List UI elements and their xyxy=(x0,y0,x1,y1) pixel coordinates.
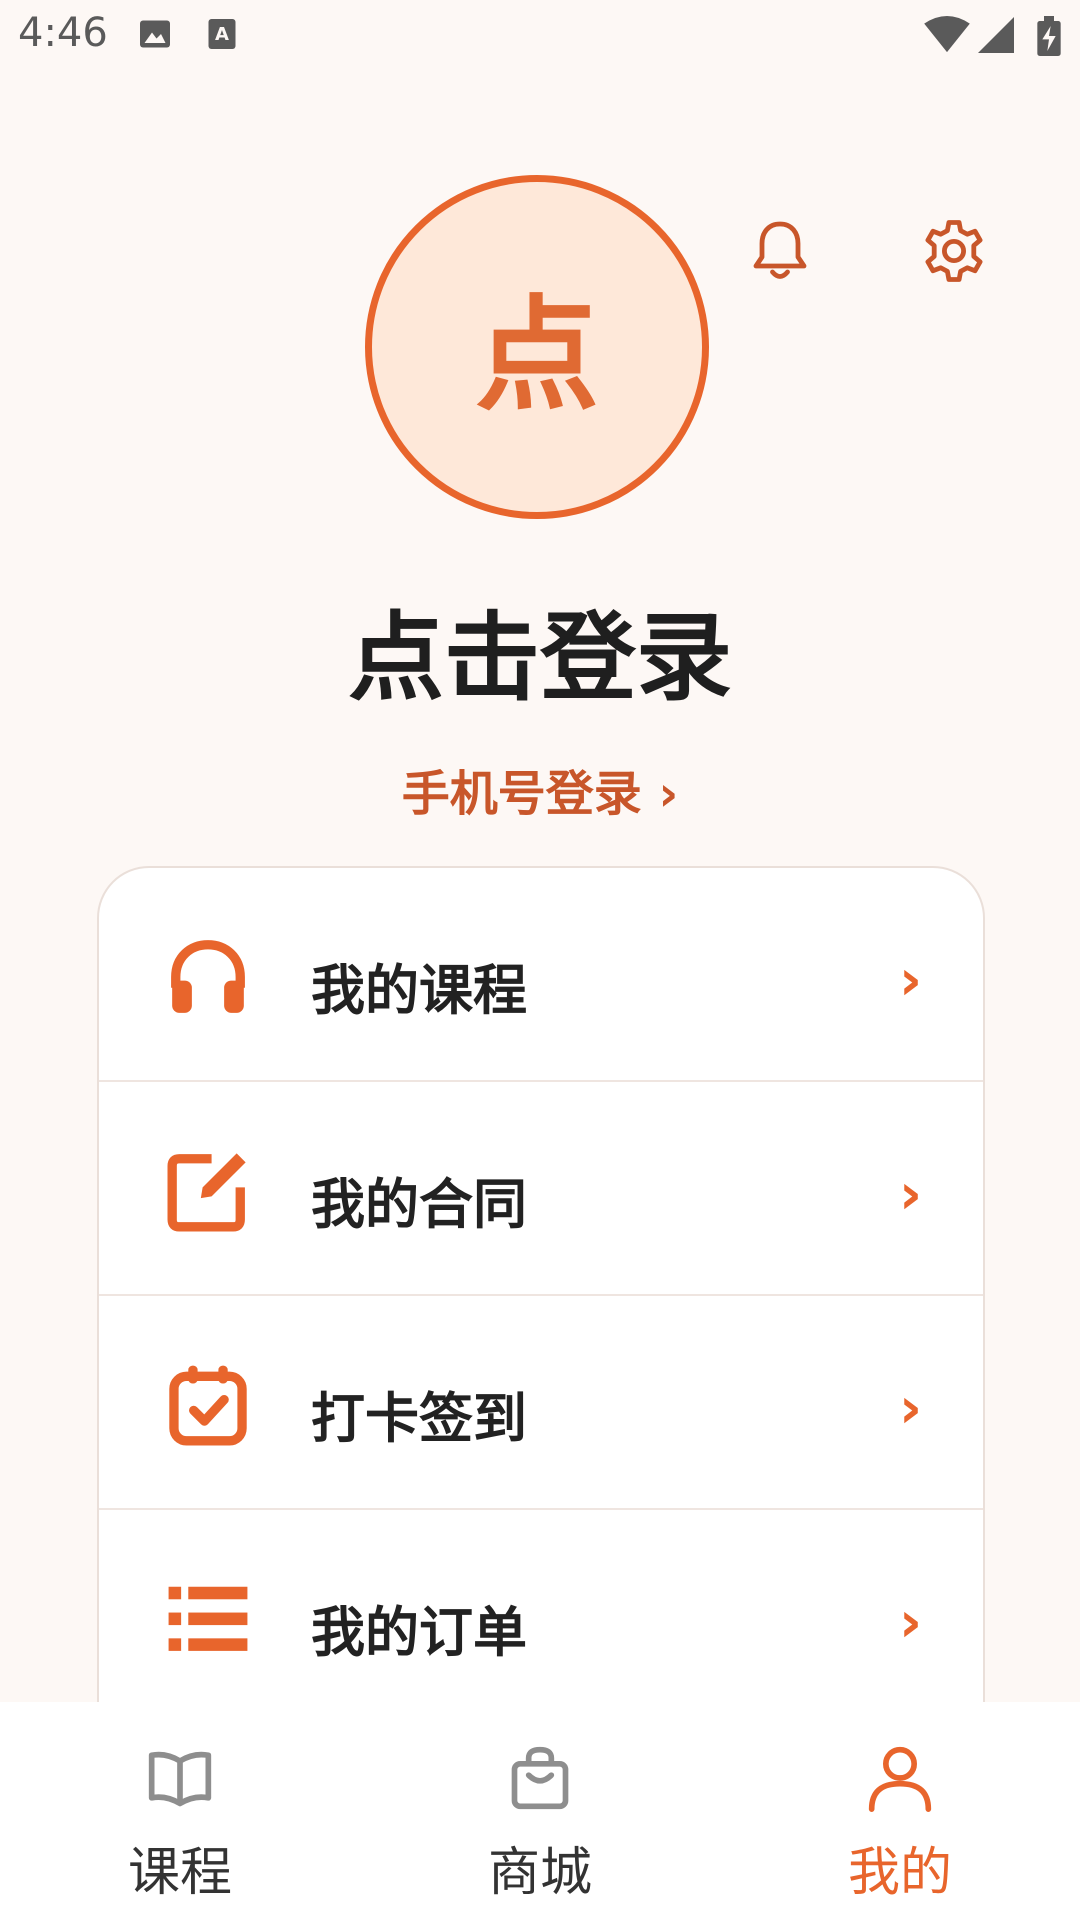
menu-item-my-contracts[interactable]: 我的合同 › xyxy=(99,1082,983,1296)
tab-label: 课程 xyxy=(127,1843,232,1903)
bottom-tab-bar: 课程 商城 我的 xyxy=(0,1702,1080,1920)
person-icon xyxy=(868,1746,932,1812)
avatar-initial: 点 xyxy=(474,284,599,428)
login-title[interactable]: 点击登录 xyxy=(0,580,1080,719)
menu-item-label: 我的订单 xyxy=(311,1601,527,1664)
phone-login-link[interactable]: 手机号登录 › xyxy=(0,754,1080,824)
svg-text:A: A xyxy=(215,24,229,45)
status-time: 4:46 xyxy=(18,10,108,56)
calendar-check-icon xyxy=(169,1365,247,1446)
battery-charging-icon xyxy=(1037,16,1061,56)
list-icon xyxy=(168,1586,248,1651)
signal-icon xyxy=(978,17,1014,53)
chevron-right-icon: › xyxy=(899,1590,923,1655)
book-icon xyxy=(148,1751,212,1807)
menu-item-my-courses[interactable]: 我的课程 › xyxy=(99,868,983,1082)
chevron-right-icon: › xyxy=(899,1162,923,1227)
headphones-icon xyxy=(171,940,245,1013)
tab-mine[interactable]: 我的 xyxy=(720,1702,1080,1920)
edit-icon xyxy=(167,1153,246,1232)
tab-label: 商城 xyxy=(487,1843,592,1903)
text-a-icon: A xyxy=(208,19,236,49)
image-icon xyxy=(140,20,170,48)
gear-icon[interactable] xyxy=(918,215,990,287)
avatar[interactable]: 点 xyxy=(365,175,709,519)
chevron-right-icon: › xyxy=(899,948,923,1013)
shopping-bag-icon xyxy=(511,1746,569,1810)
tab-courses[interactable]: 课程 xyxy=(0,1702,360,1920)
menu-item-label: 我的合同 xyxy=(311,1173,527,1236)
menu-item-label: 我的课程 xyxy=(311,959,527,1022)
menu-item-my-orders[interactable]: 我的订单 › xyxy=(99,1510,983,1724)
status-bar: 4:46 A xyxy=(0,0,1080,72)
chevron-right-icon: › xyxy=(899,1376,923,1441)
menu-item-check-in[interactable]: 打卡签到 › xyxy=(99,1296,983,1510)
menu-card: 我的课程 › 我的合同 › 打卡签到 › 我的订单 › xyxy=(97,866,985,1726)
bell-icon[interactable] xyxy=(744,215,816,287)
wifi-icon xyxy=(924,16,970,53)
menu-item-label: 打卡签到 xyxy=(311,1387,527,1450)
tab-shop[interactable]: 商城 xyxy=(360,1702,720,1920)
tab-label: 我的 xyxy=(847,1843,952,1903)
